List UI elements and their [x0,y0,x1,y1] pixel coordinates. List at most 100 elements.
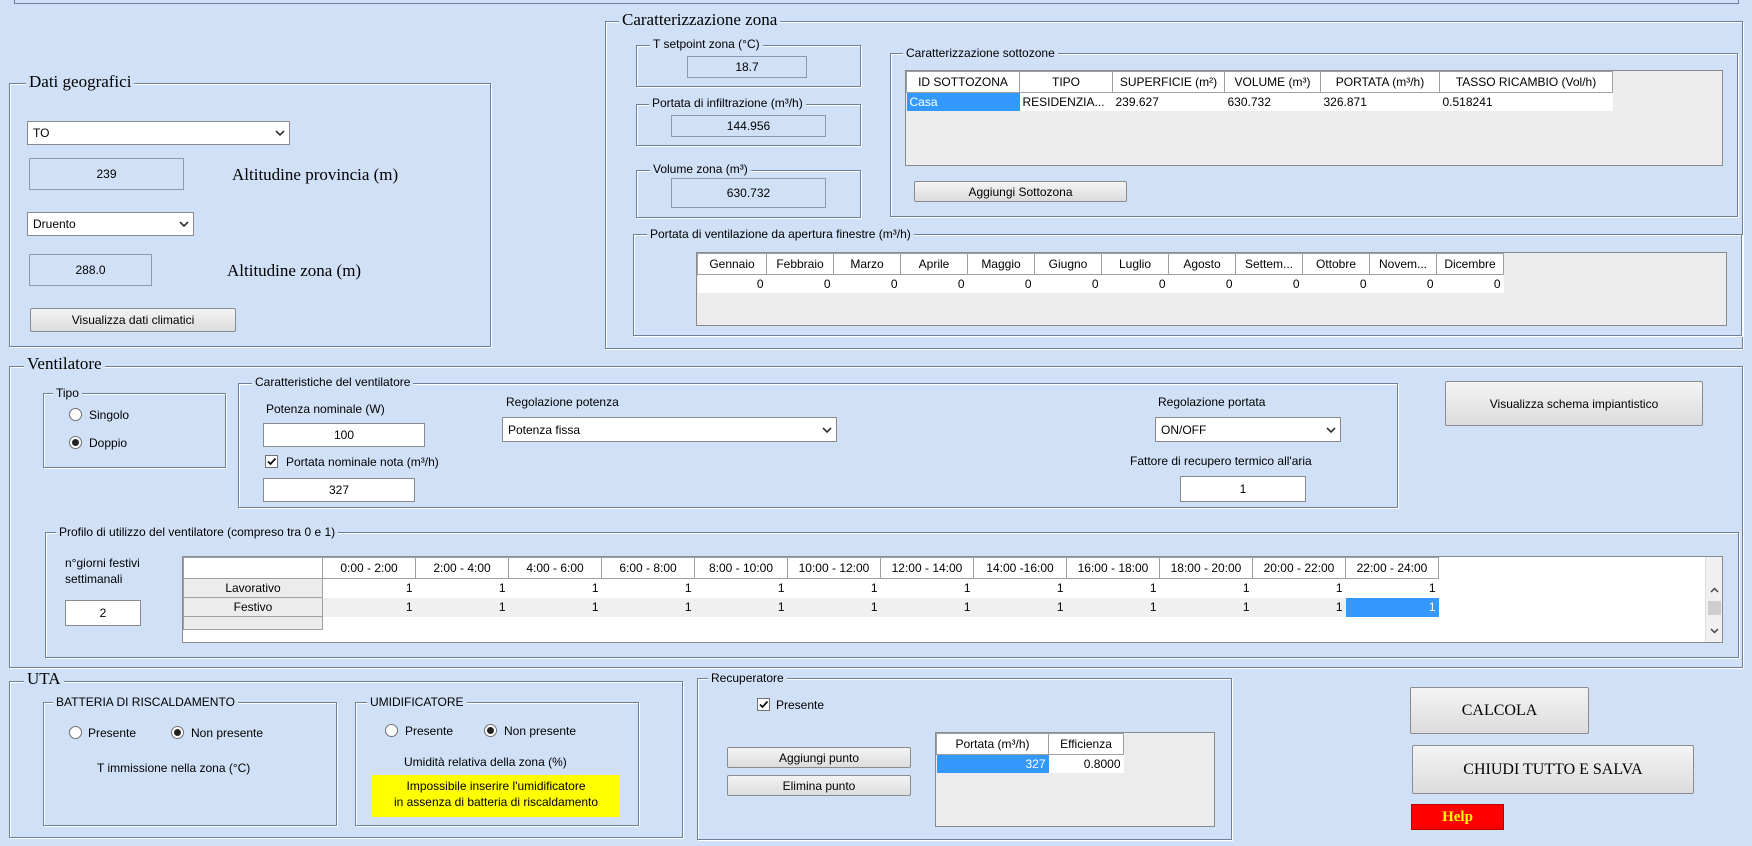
reg-pot-select[interactable]: Potenza fissa [502,417,837,442]
table-cell[interactable]: 0 [1303,275,1370,294]
table-cell[interactable]: 0 [834,275,901,294]
help-button[interactable]: Help [1411,804,1504,830]
delete-point-button[interactable]: Elimina punto [727,775,911,796]
table-cell[interactable]: 1 [974,598,1067,617]
table-cell[interactable]: 0 [901,275,968,294]
zona-title: Caratterizzazione zona [619,11,781,28]
umid-non-presente-radio[interactable] [484,724,497,737]
month-header: Giugno [1034,253,1102,275]
add-sottozona-button[interactable]: Aggiungi Sottozona [914,181,1127,202]
month-header: Marzo [833,253,901,275]
table-cell[interactable]: 0 [1236,275,1303,294]
table-cell[interactable]: 1 [788,579,881,598]
recuperatore-presente-checkbox[interactable] [757,698,770,711]
col-header: 0:00 - 2:00 [322,557,416,579]
table-cell[interactable]: 1 [1067,579,1160,598]
table-cell[interactable]: 239.627 [1113,93,1225,112]
month-header: Novem... [1369,253,1437,275]
profilo-title: Profilo di utilizzo del ventilatore (com… [56,524,339,540]
portata-input[interactable]: 327 [263,478,415,502]
table-cell[interactable]: 0 [767,275,834,294]
table-cell[interactable]: 0.518241 [1440,93,1613,112]
table-cell[interactable]: 1 [1345,597,1439,617]
table-cell[interactable]: 1 [1067,598,1160,617]
table-cell[interactable]: 0 [698,275,767,294]
col-header: 16:00 - 18:00 [1066,557,1160,579]
table-cell[interactable]: 326.871 [1321,93,1440,112]
batteria-non-presente-radio[interactable] [171,726,184,739]
table-cell[interactable]: 1 [695,598,788,617]
table-cell[interactable]: 1 [323,598,416,617]
table-row[interactable]: Festivo 1 1 1 1 1 1 1 1 1 1 1 1 [183,597,1439,617]
portata-nota-checkbox[interactable] [265,455,278,468]
check-icon [267,457,277,466]
table-cell[interactable]: 1 [1160,598,1253,617]
table-cell[interactable]: 0 [1102,275,1169,294]
batteria-title: BATTERIA DI RISCALDAMENTO [53,694,238,710]
chiudi-salva-button[interactable]: CHIUDI TUTTO E SALVA [1412,745,1694,794]
col-header: 8:00 - 10:00 [694,557,788,579]
doppio-radio[interactable] [69,436,82,449]
table-cell[interactable]: 1 [1253,598,1346,617]
finestre-table: Gennaio Febbraio Marzo Aprile Maggio Giu… [696,252,1727,326]
table-cell[interactable]: 1 [602,579,695,598]
table-cell[interactable]: 0 [1169,275,1236,294]
month-header: Dicembre [1436,253,1504,275]
geo-title: Dati geografici [26,73,135,90]
table-cell[interactable]: 1 [416,579,509,598]
scroll-thumb[interactable] [1708,601,1721,615]
table-row[interactable]: 327 0.8000 [936,754,1124,774]
table-cell[interactable]: 1 [1160,579,1253,598]
table-cell[interactable]: 0 [1035,275,1102,294]
recuperatore-presente-label: Presente [776,698,825,712]
table-cell[interactable]: 1 [1346,579,1439,598]
month-header: Maggio [967,253,1035,275]
table-cell[interactable]: 1 [881,598,974,617]
comune-select[interactable]: Druento [27,212,194,236]
alt-province-label: Altitudine provincia (m) [232,165,399,184]
table-cell[interactable]: 0 [968,275,1035,294]
table-cell[interactable]: 1 [509,598,602,617]
table-row[interactable]: Casa RESIDENZIA... 239.627 630.732 326.8… [906,92,1613,112]
table-cell[interactable]: 1 [323,579,416,598]
reg-port-label: Regolazione portata [1158,395,1266,409]
table-cell[interactable]: RESIDENZIA... [1020,93,1113,112]
recupero-input[interactable]: 1 [1180,476,1306,502]
table-row[interactable]: Lavorativo 1 1 1 1 1 1 1 1 1 1 1 1 [183,578,1439,598]
table-cell[interactable]: 1 [974,579,1067,598]
table-cell[interactable]: 1 [695,579,788,598]
add-point-button[interactable]: Aggiungi punto [727,747,911,768]
table-cell[interactable]: 327 [936,754,1049,773]
scroll-down-icon[interactable] [1709,625,1720,636]
table-cell[interactable]: 1 [509,579,602,598]
col-header: 18:00 - 20:00 [1159,557,1253,579]
umid-presente-radio[interactable] [385,724,398,737]
table-cell[interactable]: 1 [788,598,881,617]
table-cell[interactable]: 1 [602,598,695,617]
table-cell[interactable]: Casa [906,92,1020,111]
potenza-input[interactable]: 100 [263,423,425,447]
festivi-input[interactable]: 2 [65,600,141,626]
table-cell[interactable]: 630.732 [1225,93,1321,112]
table-cell[interactable]: 1 [881,579,974,598]
vol-field: 630.732 [671,178,826,208]
schema-impiantistico-button[interactable]: Visualizza schema impiantistico [1445,381,1703,426]
month-header: Luglio [1101,253,1169,275]
umid-non-presente-label: Non presente [504,724,577,738]
table-cell[interactable]: 1 [1253,579,1346,598]
reg-port-select[interactable]: ON/OFF [1155,417,1341,442]
table-row[interactable]: 0 0 0 0 0 0 0 0 0 0 0 0 [697,274,1504,294]
calcola-button[interactable]: CALCOLA [1410,687,1589,734]
table-cell[interactable]: 0 [1437,275,1504,294]
table-cell[interactable]: 1 [416,598,509,617]
scroll-up-icon[interactable] [1709,585,1720,596]
singolo-radio[interactable] [69,408,82,421]
month-header: Gennaio [697,253,767,275]
table-cell[interactable]: 0 [1370,275,1437,294]
profilo-table: 0:00 - 2:00 2:00 - 4:00 4:00 - 6:00 6:00… [182,556,1723,643]
province-select[interactable]: TO [27,121,290,145]
batteria-presente-radio[interactable] [69,726,82,739]
vertical-scrollbar[interactable] [1705,557,1722,642]
climate-data-button[interactable]: Visualizza dati climatici [30,308,236,332]
table-cell[interactable]: 0.8000 [1049,755,1124,774]
